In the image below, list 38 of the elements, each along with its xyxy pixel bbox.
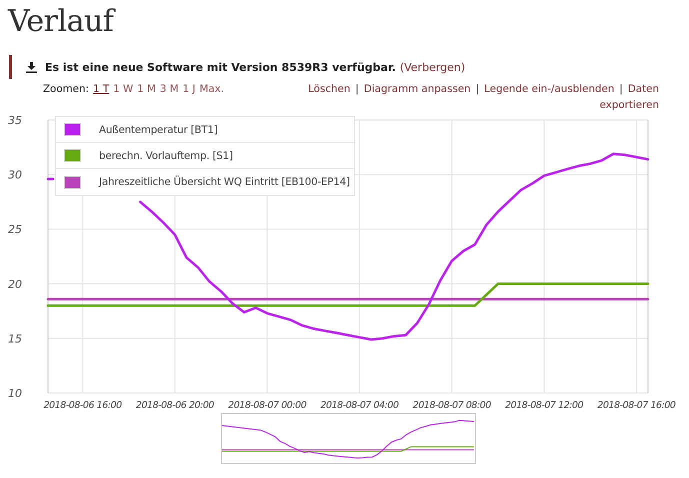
axis-label: 2018-08-07 16:00 [597, 400, 676, 411]
separator: | [619, 83, 623, 95]
legend-item[interactable]: Jahreszeitliche Übersicht WQ Eintritt [EB100-EP14] [56, 169, 354, 195]
zoom-option[interactable]: 1 T [93, 83, 110, 95]
chart-action-link[interactable]: Diagramm anpassen [364, 83, 471, 95]
legend-item[interactable]: berechn. Vorlauftemp. [S1] [56, 143, 354, 169]
axis-label: 10 [8, 387, 22, 400]
zoom-option[interactable]: 1 W [113, 83, 134, 95]
axis-label: 2018-08-07 08:00 [412, 400, 491, 411]
axis-label: 2018-08-07 04:00 [320, 400, 399, 411]
zoom-label: Zoomen: [43, 83, 90, 95]
legend-label: berechn. Vorlauftemp. [S1] [99, 150, 233, 162]
axis-label: 20 [8, 278, 22, 291]
update-message: Es ist eine neue Software mit Version 8539R3 verfügbar. (Verbergen) [45, 60, 466, 74]
zoom-option[interactable]: Max. [199, 83, 224, 95]
chart-action-link[interactable]: Daten [628, 83, 659, 95]
page-title: Verlauf [8, 4, 114, 39]
download-icon [26, 62, 37, 72]
zoom-option[interactable]: 1 J [182, 83, 196, 95]
separator: | [476, 83, 480, 95]
axis-label: 2018-08-07 12:00 [505, 400, 584, 411]
separator: | [355, 83, 359, 95]
axis-label: 2018-08-06 20:00 [136, 400, 214, 411]
chart-action-link[interactable]: Legende ein-/ausblenden [484, 83, 614, 95]
zoom-option[interactable]: 3 M [160, 83, 179, 95]
axis-label: 30 [8, 168, 22, 182]
legend-label: Jahreszeitliche Übersicht WQ Eintritt [EB100-EP14] [99, 176, 350, 188]
chart-action-link[interactable]: Löschen [308, 83, 350, 95]
axis-label: 25 [8, 223, 22, 236]
chart-action-link[interactable]: exportieren [600, 99, 659, 111]
hide-link[interactable]: (Verbergen) [400, 60, 466, 74]
legend-item[interactable]: Außentemperatur [BT1] [56, 117, 354, 143]
axis-label: 2018-08-06 16:00 [44, 400, 122, 411]
legend-label: Außentemperatur [BT1] [99, 124, 218, 136]
axis-label: 15 [8, 332, 22, 346]
zoom-option[interactable]: 1 M [137, 83, 156, 95]
axis-label: 35 [8, 114, 22, 127]
axis-label: 2018-08-07 00:00 [228, 400, 306, 411]
